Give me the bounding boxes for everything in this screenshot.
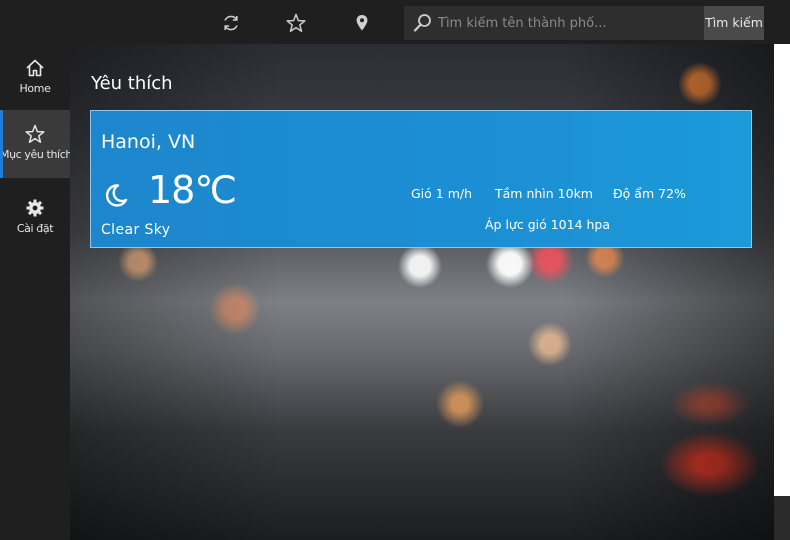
humidity: Độ ẩm 72% <box>613 186 686 201</box>
search-button[interactable]: Tìm kiếm <box>704 6 764 40</box>
sidebar-item-settings[interactable]: Cài đặt <box>0 184 70 252</box>
search-box <box>404 6 706 40</box>
location-pin-icon[interactable] <box>351 12 373 34</box>
wind-speed: Gió 1 m/h <box>411 186 473 201</box>
gear-icon <box>24 197 46 219</box>
sidebar-item-favorites[interactable]: Mục yêu thích <box>0 110 72 178</box>
condition-text: Clear Sky <box>101 222 171 238</box>
favorite-weather-card[interactable]: Hanoi, VN 18℃ Clear Sky Gió 1 m/h Tầm nh… <box>90 110 752 248</box>
search-icon <box>412 12 434 34</box>
scrollbar-thumb[interactable] <box>774 44 790 496</box>
moon-cloud-icon <box>101 181 129 209</box>
main-content: Yêu thích Hanoi, VN 18℃ Clear Sky Gió 1 … <box>70 44 774 540</box>
refresh-icon[interactable] <box>220 12 242 34</box>
sidebar-item-label: Home <box>19 82 51 95</box>
star-icon[interactable] <box>285 12 307 34</box>
temperature: 18℃ <box>148 168 237 212</box>
star-icon <box>24 123 46 145</box>
sidebar-item-label: Mục yêu thích <box>0 148 72 161</box>
sidebar: Home Mục yêu thích Cài đặt <box>0 44 72 540</box>
sidebar-item-label: Cài đặt <box>16 222 54 235</box>
home-icon <box>24 57 46 79</box>
search-input[interactable] <box>436 6 706 40</box>
page-title: Yêu thích <box>91 73 173 94</box>
pressure: Áp lực gió 1014 hpa <box>485 217 611 232</box>
top-bar: Tìm kiếm <box>0 0 790 44</box>
visibility: Tầm nhìn 10km <box>495 186 593 201</box>
city-name: Hanoi, VN <box>101 131 196 153</box>
sidebar-item-home[interactable]: Home <box>0 44 70 112</box>
